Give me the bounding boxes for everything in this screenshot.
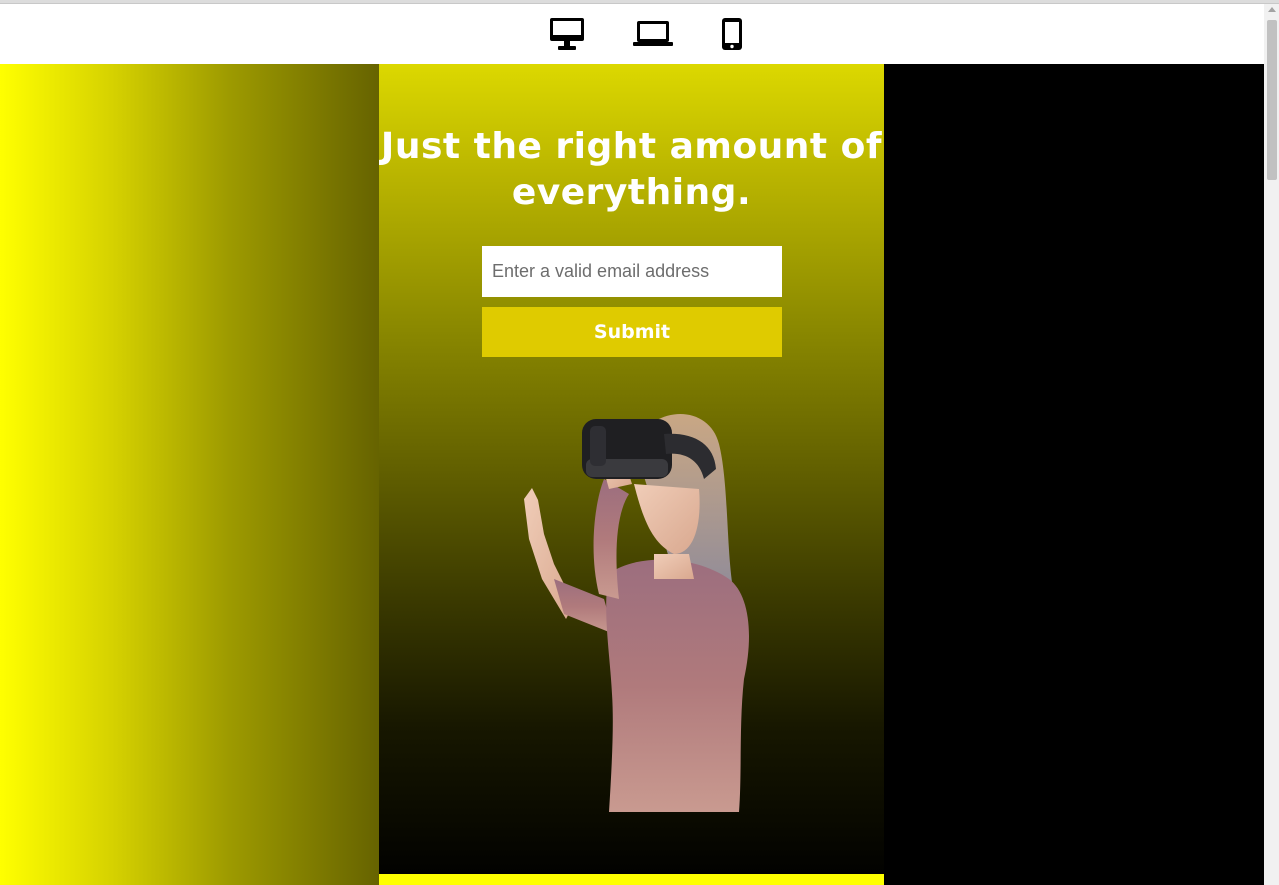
right-black-panel [884,64,1264,885]
preview-stage: Just the right amount of everything. Sub… [0,64,1264,885]
laptop-view-button[interactable] [632,14,674,54]
device-toolbar [0,4,1264,64]
mobile-preview-frame: Just the right amount of everything. Sub… [379,64,884,874]
preview-bottom-strip [379,874,884,885]
desktop-monitor-icon [550,18,584,50]
laptop-icon [633,21,673,46]
email-input[interactable] [482,246,782,297]
submit-button[interactable]: Submit [482,307,782,357]
desktop-view-button[interactable] [546,14,588,54]
vr-headset-woman-image [524,414,749,812]
mobile-phone-icon [722,18,742,50]
scrollbar-thumb[interactable] [1267,20,1277,180]
vertical-scrollbar[interactable] [1264,4,1279,885]
mobile-view-button[interactable] [719,14,745,54]
scroll-up-arrow-icon[interactable] [1268,7,1276,12]
hero-headline: Just the right amount of everything. [380,126,883,213]
left-gradient-panel [0,64,379,885]
